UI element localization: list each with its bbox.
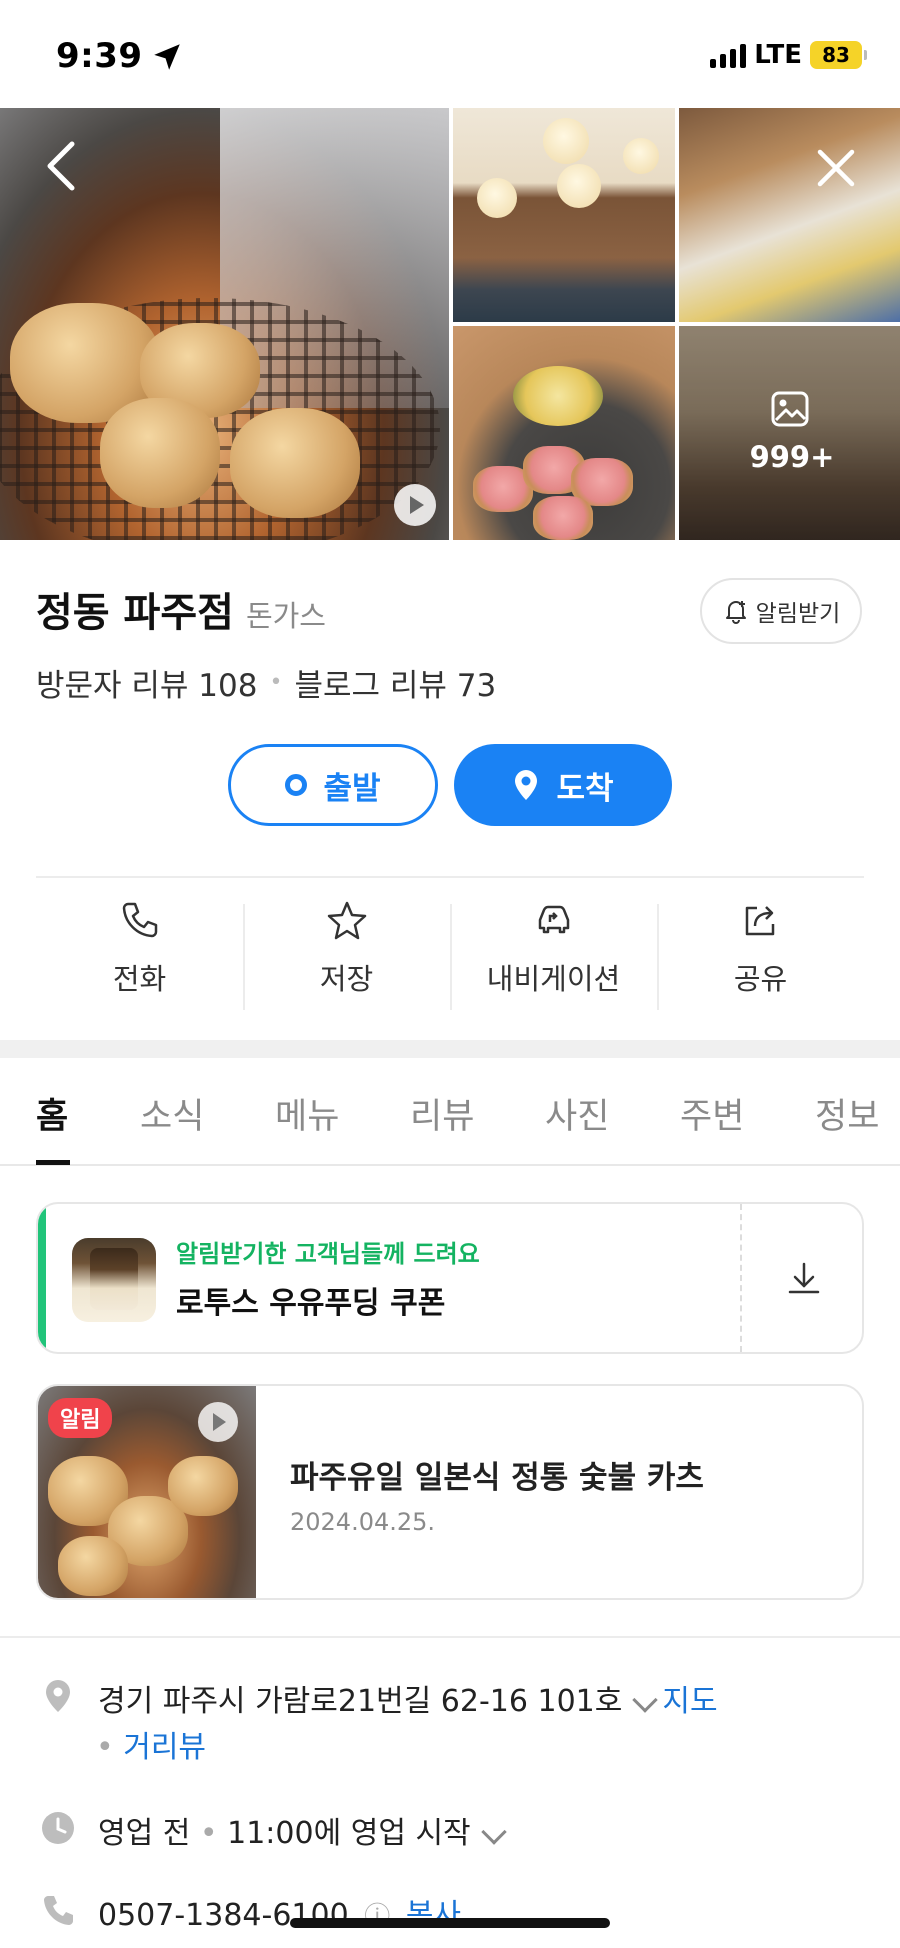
action-label-share: 공유 <box>733 962 788 996</box>
car-navigation-icon <box>538 905 569 934</box>
phone-icon <box>44 1896 73 1925</box>
place-name: 정동 파주점 <box>36 590 234 636</box>
place-category: 돈가스 <box>245 599 326 633</box>
action-label-call: 전화 <box>112 962 167 996</box>
coupon-subtitle: 알림받기한 고객님들께 드려요 <box>176 1240 480 1268</box>
status-time: 9:39 <box>56 36 143 76</box>
news-date: 2024.04.25. <box>290 1508 436 1536</box>
alert-subscribe-button[interactable]: 알림받기 <box>700 578 862 644</box>
depart-label: 출발 <box>323 770 381 807</box>
signal-icon <box>710 42 747 68</box>
hours-detail: 11:00에 영업 시작 <box>227 1816 471 1851</box>
separator-dot: • <box>269 670 283 695</box>
visitor-review-count[interactable]: 방문자 리뷰 108 <box>36 660 257 705</box>
news-title: 파주유일 일본식 정통 숯불 카츠 <box>290 1460 704 1496</box>
blog-review-count[interactable]: 블로그 리뷰 73 <box>294 660 496 705</box>
section-separator <box>0 1040 900 1058</box>
bell-plus-icon <box>725 601 746 624</box>
tab-nearby[interactable]: 주변 <box>680 1088 744 1139</box>
active-tab-indicator <box>36 1160 70 1165</box>
clock-icon <box>42 1812 74 1844</box>
close-icon[interactable] <box>814 146 858 190</box>
photo-gallery <box>0 108 900 540</box>
back-icon[interactable] <box>40 138 84 194</box>
tab-news[interactable]: 소식 <box>140 1088 204 1139</box>
coupon-card[interactable]: 알림받기한 고객님들께 드려요 로투스 우유푸딩 쿠폰 <box>36 1202 864 1354</box>
tab-photo[interactable]: 사진 <box>545 1088 609 1139</box>
navigation-action[interactable]: 내비게이션 <box>450 878 657 1018</box>
hours-row[interactable]: 영업 전 • 11:00에 영업 시작 <box>98 1808 511 1852</box>
tab-bar: 홈 소식 메뉴 리뷰 사진 주변 정보 <box>0 1058 900 1166</box>
network-type: LTE <box>754 40 802 70</box>
hours-status: 영업 전 <box>98 1816 191 1851</box>
depart-button[interactable]: 출발 <box>228 744 438 826</box>
coupon-divider <box>740 1204 742 1352</box>
arrive-label: 도착 <box>556 770 614 807</box>
tab-home[interactable]: 홈 <box>36 1088 68 1139</box>
phone-icon <box>122 902 157 938</box>
photo-more-count[interactable]: 999+ <box>742 440 842 474</box>
separator-dot: • <box>190 1816 228 1851</box>
address-row: 경기 파주시 가람로21번길 62-16 101호 지도 <box>98 1676 718 1720</box>
action-label-navigation: 내비게이션 <box>486 962 621 996</box>
tab-review[interactable]: 리뷰 <box>410 1088 474 1139</box>
call-action[interactable]: 전화 <box>36 878 243 1018</box>
photo-more[interactable] <box>679 326 900 540</box>
share-action[interactable]: 공유 <box>657 878 864 1018</box>
star-icon <box>327 901 366 940</box>
street-view-link[interactable]: 거리뷰 <box>123 1730 206 1765</box>
photo-tonkatsu-plate[interactable] <box>453 326 675 540</box>
alert-button-label: 알림받기 <box>755 601 841 627</box>
coupon-image <box>72 1238 156 1322</box>
map-link[interactable]: 지도 <box>662 1684 717 1719</box>
news-badge: 알림 <box>48 1398 113 1438</box>
location-arrow-icon <box>154 44 180 70</box>
street-view-row: • 거리뷰 <box>96 1722 206 1766</box>
map-pin-icon <box>515 770 538 800</box>
separator-dot: • <box>96 1730 124 1765</box>
video-play-icon <box>198 1402 238 1442</box>
status-bar: 9:39 LTE 83 <box>0 0 900 108</box>
arrive-button[interactable]: 도착 <box>454 744 672 826</box>
origin-dot-icon <box>285 774 308 796</box>
divider <box>0 1636 900 1638</box>
coupon-accent-bar <box>38 1204 46 1352</box>
news-card[interactable]: 알림 파주유일 일본식 정통 숯불 카츠 2024.04.25. <box>36 1384 864 1600</box>
battery-icon: 83 <box>810 41 867 69</box>
download-icon[interactable] <box>780 1254 828 1302</box>
video-play-icon[interactable] <box>394 484 436 526</box>
status-indicators: LTE 83 <box>710 40 867 70</box>
action-bar: 전화 저장 내비게이션 공유 <box>36 878 864 1018</box>
address-text: 경기 파주시 가람로21번길 62-16 101호 <box>98 1684 623 1719</box>
coupon-title: 로투스 우유푸딩 쿠폰 <box>176 1286 446 1321</box>
action-label-save: 저장 <box>319 962 374 996</box>
tab-info[interactable]: 정보 <box>815 1088 879 1139</box>
image-icon <box>771 391 809 427</box>
location-pin-icon <box>46 1680 70 1712</box>
chevron-down-icon[interactable] <box>480 1818 507 1845</box>
review-counts: 방문자 리뷰 108 • 블로그 리뷰 73 <box>36 660 496 705</box>
place-header: 정동 파주점 돈가스 <box>36 580 326 638</box>
photo-dishes[interactable] <box>679 108 900 322</box>
photo-interior-lamps[interactable] <box>453 108 675 322</box>
home-indicator <box>290 1918 610 1928</box>
save-action[interactable]: 저장 <box>243 878 450 1018</box>
tab-menu[interactable]: 메뉴 <box>275 1088 339 1139</box>
share-icon <box>745 906 774 936</box>
chevron-down-icon[interactable] <box>632 1686 659 1713</box>
